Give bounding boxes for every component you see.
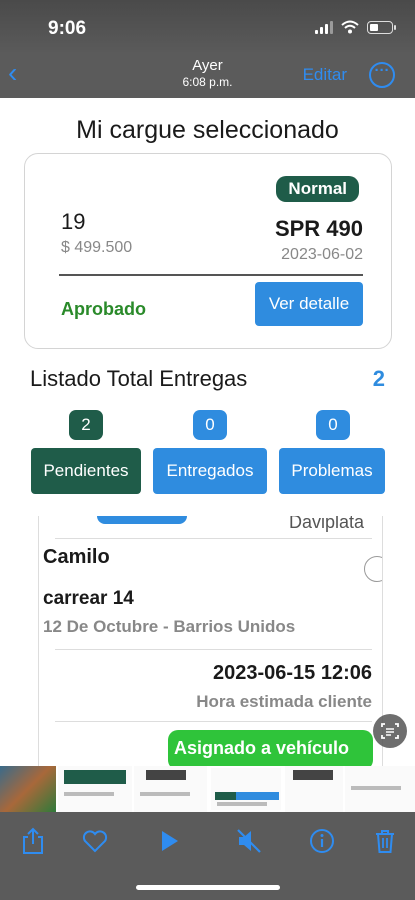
deliveries-title: Listado Total Entregas: [30, 366, 248, 391]
bottom-toolbar: [0, 812, 415, 900]
thumbnail-strip[interactable]: [0, 766, 415, 812]
tab-delivered[interactable]: Entregados: [153, 448, 267, 494]
previous-item-text: Daviplata: [288, 516, 364, 532]
delivered-count-badge: 0: [193, 410, 227, 440]
wifi-icon: [341, 20, 359, 34]
thumbnail[interactable]: [0, 766, 56, 812]
previous-item-pill: [97, 516, 187, 524]
order-amount: $ 499.500: [61, 239, 133, 256]
nav-title-group: Ayer 6:08 p.m.: [0, 57, 415, 89]
delivery-neighborhood: 12 De Octubre - Barrios Unidos: [43, 617, 296, 636]
client-name: Camilo: [43, 546, 110, 568]
thumbnail[interactable]: [285, 766, 344, 812]
thumbnail[interactable]: [133, 766, 208, 812]
share-icon[interactable]: [18, 826, 48, 856]
page-title: Mi cargue seleccionado: [76, 116, 339, 144]
order-number: 19: [61, 209, 86, 234]
photo-nav-bar: ‹ Ayer 6:08 p.m. Editar ···: [0, 52, 415, 98]
order-status: Aprobado: [61, 299, 146, 319]
order-date: 2023-06-02: [281, 246, 363, 263]
deliveries-total: 2: [372, 366, 385, 391]
thumbnail-current[interactable]: [209, 766, 284, 812]
delivery-list[interactable]: Daviplata Camilo carrear 14 12 De Octubr…: [38, 516, 383, 766]
delivery-address: carrear 14: [43, 588, 134, 609]
nav-title: Ayer: [192, 57, 223, 74]
nav-subtitle: 6:08 p.m.: [182, 75, 233, 89]
battery-icon: [367, 20, 396, 34]
thumbnail[interactable]: [57, 766, 132, 812]
status-time: 9:06: [48, 18, 87, 39]
tab-pending[interactable]: Pendientes: [31, 448, 141, 494]
info-icon[interactable]: [307, 826, 337, 856]
view-detail-button[interactable]: Ver detalle: [255, 282, 363, 326]
play-icon[interactable]: [154, 826, 184, 856]
eta-label: Hora estimada cliente: [196, 692, 372, 711]
delivery-datetime: 2023-06-15 12:06: [212, 662, 372, 684]
thumbnail[interactable]: [345, 766, 415, 812]
tab-problems[interactable]: Problemas: [279, 448, 385, 494]
row-divider: [55, 538, 372, 539]
home-indicator[interactable]: [136, 885, 280, 890]
problems-count-badge: 0: [316, 410, 350, 440]
live-text-icon[interactable]: [373, 714, 407, 748]
order-summary-card: Normal 19 $ 499.500 SPR 490 2023-06-02 A…: [24, 153, 392, 349]
vehicle-plate: SPR 490: [274, 216, 363, 241]
edit-button[interactable]: Editar: [303, 65, 347, 85]
priority-badge: Normal: [276, 176, 359, 202]
cellular-signal-icon: [315, 20, 333, 34]
heart-icon[interactable]: [80, 826, 110, 856]
ellipsis-circle-icon[interactable]: ···: [369, 62, 395, 88]
row-divider: [55, 649, 372, 650]
row-divider: [55, 721, 372, 722]
card-divider: [59, 274, 363, 276]
photo-viewer: Mi cargue seleccionado Normal 19 $ 499.5…: [0, 98, 415, 766]
mute-icon[interactable]: [234, 826, 264, 856]
assigned-status-badge: Asignado a vehículo: [168, 730, 373, 766]
pending-count-badge: 2: [69, 410, 103, 440]
trash-icon[interactable]: [370, 826, 400, 856]
select-radio[interactable]: [364, 556, 382, 582]
status-icons: [315, 20, 396, 34]
status-bar: 9:06: [0, 0, 415, 52]
